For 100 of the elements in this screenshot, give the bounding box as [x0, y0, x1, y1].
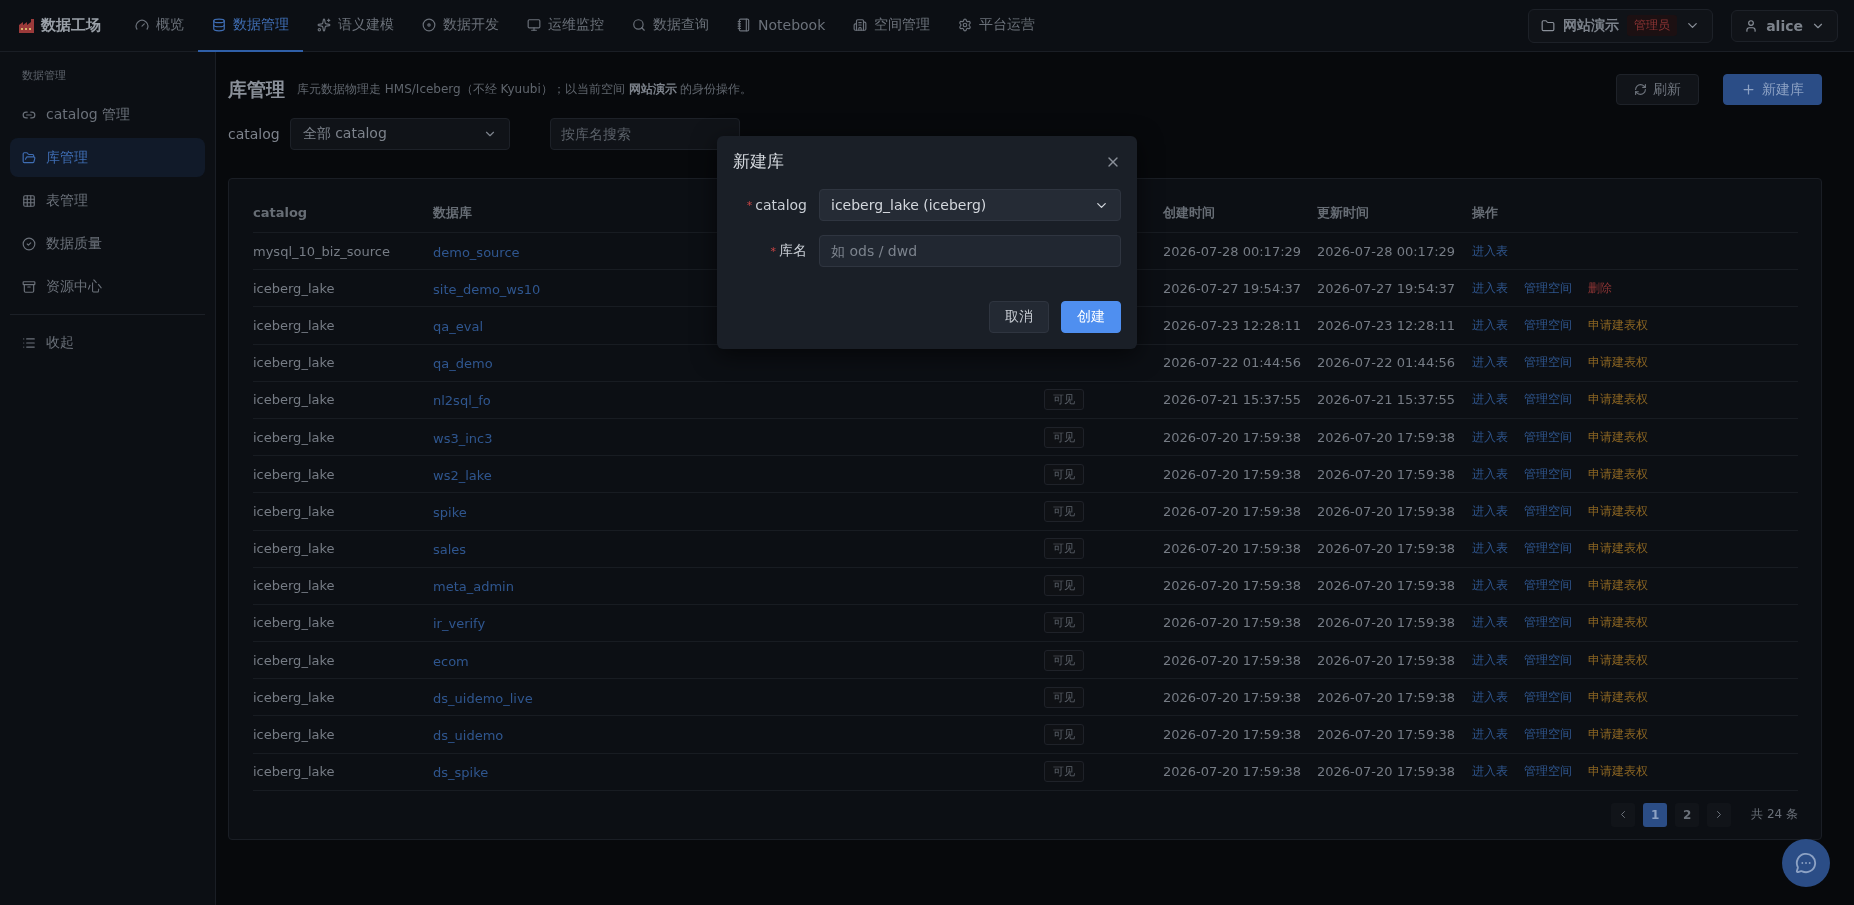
sidebar-item[interactable]: catalog 管理 — [10, 95, 205, 134]
nav-tab[interactable]: 概览 — [121, 0, 198, 52]
database-link[interactable]: qa_eval — [433, 318, 483, 334]
nav-tab[interactable]: 数据开发 — [408, 0, 513, 52]
action-link[interactable]: 申请建表权 — [1588, 726, 1648, 744]
action-link[interactable]: 申请建表权 — [1588, 540, 1648, 558]
action-link[interactable]: 进入表 — [1472, 242, 1508, 260]
action-link[interactable]: 进入表 — [1472, 279, 1508, 297]
monitor-icon — [527, 17, 541, 32]
column-header: catalog — [253, 205, 308, 220]
action-link[interactable]: 管理空间 — [1524, 391, 1572, 409]
action-link[interactable]: 申请建表权 — [1588, 465, 1648, 483]
nav-tab[interactable]: 数据查询 — [618, 0, 723, 52]
nav-tab[interactable]: Notebook — [723, 0, 840, 52]
catalog-select[interactable]: iceberg_lake (iceberg) — [819, 189, 1121, 221]
database-link[interactable]: demo_source — [433, 244, 520, 260]
nav-tab[interactable]: 空间管理 — [839, 0, 945, 52]
action-link[interactable]: 申请建表权 — [1588, 428, 1648, 446]
action-link[interactable]: 进入表 — [1472, 502, 1508, 520]
page-button[interactable]: 2 — [1675, 802, 1700, 827]
action-link[interactable]: 申请建表权 — [1588, 614, 1648, 632]
action-link[interactable]: 管理空间 — [1524, 502, 1572, 520]
action-link[interactable]: 进入表 — [1472, 651, 1508, 669]
sidebar-item[interactable]: 数据质量 — [10, 224, 205, 263]
action-link[interactable]: 进入表 — [1472, 465, 1508, 483]
action-link[interactable]: 进入表 — [1472, 316, 1508, 334]
action-link[interactable]: 申请建表权 — [1588, 651, 1648, 669]
action-link[interactable]: 申请建表权 — [1588, 316, 1648, 334]
user-menu[interactable]: alice — [1731, 9, 1838, 42]
action-link[interactable]: 进入表 — [1472, 614, 1508, 632]
action-link[interactable]: 管理空间 — [1524, 763, 1572, 781]
action-link[interactable]: 进入表 — [1472, 540, 1508, 558]
action-link[interactable]: 管理空间 — [1524, 354, 1572, 372]
action-link[interactable]: 进入表 — [1472, 688, 1508, 706]
database-link[interactable]: meta_admin — [433, 579, 514, 595]
database-link[interactable]: spike — [433, 504, 467, 520]
action-link[interactable]: 管理空间 — [1524, 577, 1572, 595]
nav-tab-label: Notebook — [758, 16, 826, 33]
action-link[interactable]: 进入表 — [1472, 391, 1508, 409]
database-link[interactable]: ds_uidemo — [433, 728, 504, 744]
action-link[interactable]: 申请建表权 — [1588, 502, 1648, 520]
input-field[interactable]: 如 ods / dwd — [819, 235, 1121, 267]
action-link[interactable]: 管理空间 — [1524, 465, 1572, 483]
archive-icon — [22, 279, 36, 294]
action-link[interactable]: 申请建表权 — [1588, 354, 1648, 372]
table-cell-text: 2026-07-27 19:54:37 — [1163, 280, 1303, 296]
create-button[interactable]: 创建 — [1061, 301, 1121, 333]
database-link[interactable]: sales — [433, 542, 467, 558]
table-cell-text: 2026-07-20 17:59:38 — [1317, 652, 1457, 668]
action-link[interactable]: 删除 — [1588, 279, 1612, 297]
sidebar-item[interactable]: 资源中心 — [10, 267, 205, 306]
sidebar-item-label: 资源中心 — [46, 277, 102, 296]
refresh-button[interactable]: 刷新 — [1616, 74, 1699, 105]
cancel-button[interactable]: 取消 — [989, 301, 1049, 333]
database-link[interactable]: ds_spike — [433, 765, 489, 781]
nav-tab[interactable]: 平台运营 — [944, 0, 1050, 52]
action-link[interactable]: 进入表 — [1472, 354, 1508, 372]
action-link[interactable]: 管理空间 — [1524, 688, 1572, 706]
action-link[interactable]: 申请建表权 — [1588, 391, 1648, 409]
nav-tab[interactable]: 语义建模 — [303, 0, 408, 52]
action-link[interactable]: 申请建表权 — [1588, 763, 1648, 781]
sidebar-item[interactable]: 库管理 — [10, 138, 205, 177]
action-link[interactable]: 申请建表权 — [1588, 577, 1648, 595]
database-link[interactable]: nl2sql_fo — [433, 393, 491, 409]
action-link[interactable]: 进入表 — [1472, 428, 1508, 446]
action-link[interactable]: 管理空间 — [1524, 428, 1572, 446]
action-link[interactable]: 进入表 — [1472, 726, 1508, 744]
page-button[interactable]: 1 — [1643, 802, 1668, 827]
catalog-select[interactable]: 全部 catalog — [289, 118, 510, 150]
database-link[interactable]: ir_verify — [433, 616, 486, 632]
database-link[interactable]: site_demo_ws10 — [433, 281, 541, 297]
action-link[interactable]: 进入表 — [1472, 763, 1508, 781]
visibility-tag: 可见 — [1044, 538, 1084, 560]
action-link[interactable]: 管理空间 — [1524, 540, 1572, 558]
visibility-tag: 可见 — [1044, 649, 1084, 671]
action-link[interactable]: 申请建表权 — [1588, 688, 1648, 706]
nav-tab-label: 运维监控 — [548, 15, 604, 34]
action-link[interactable]: 管理空间 — [1524, 279, 1572, 297]
action-link[interactable]: 管理空间 — [1524, 316, 1572, 334]
database-link[interactable]: ecom — [433, 653, 469, 669]
search-field[interactable]: 按库名搜索 — [549, 118, 740, 150]
action-link[interactable]: 管理空间 — [1524, 651, 1572, 669]
collapse-item[interactable]: 收起 — [10, 323, 205, 362]
table-cell-text: 2026-07-20 17:59:38 — [1317, 541, 1457, 557]
sidebar-item[interactable]: 表管理 — [10, 181, 205, 220]
action-link[interactable]: 管理空间 — [1524, 614, 1572, 632]
database-link[interactable]: ds_uidemo_live — [433, 690, 533, 706]
nav-tab-label: 空间管理 — [874, 15, 931, 34]
action-link[interactable]: 管理空间 — [1524, 726, 1572, 744]
database-link[interactable]: ws2_lake — [433, 467, 492, 483]
create-database-button[interactable]: 新建库 — [1723, 74, 1822, 105]
nav-tab[interactable]: 运维监控 — [513, 0, 618, 52]
table-cell-text: iceberg_lake — [253, 652, 336, 668]
action-link[interactable]: 进入表 — [1472, 577, 1508, 595]
column-header: 创建时间 — [1163, 203, 1215, 222]
workspace-switcher[interactable]: 网站演示 管理员 — [1528, 8, 1714, 43]
nav-tab[interactable]: 数据管理 — [198, 0, 303, 52]
database-link[interactable]: qa_demo — [433, 356, 493, 372]
database-link[interactable]: ws3_inc3 — [433, 430, 493, 446]
chat-button[interactable] — [1782, 839, 1830, 887]
